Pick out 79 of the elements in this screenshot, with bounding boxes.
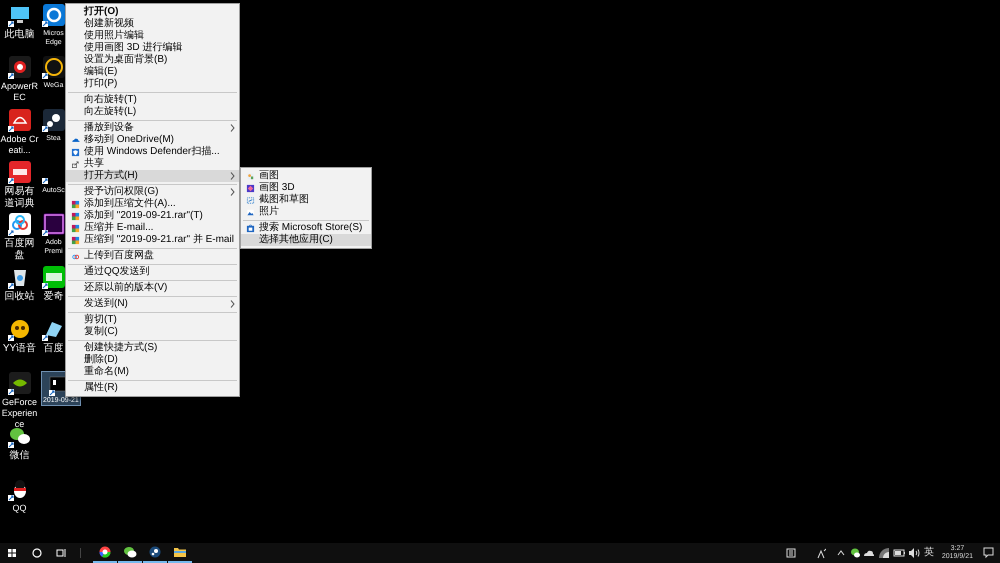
keyboard-icon[interactable] [786,547,796,559]
menu-item[interactable]: 设置为桌面背景(B) [66,54,239,66]
cube-icon [246,184,255,192]
menu-item[interactable]: 添加到压缩文件(A)... [66,198,239,210]
desktop-icon-label: 百度 [44,343,64,355]
desktop-icon-label: GeForce Experience [0,397,38,430]
menu-item[interactable]: 使用照片编辑 [66,30,239,42]
menu-item[interactable]: 编辑(E) [66,66,239,78]
wifi-icon[interactable] [878,547,890,559]
battery-icon[interactable] [892,547,905,559]
menu-item[interactable]: 打开(O) [66,6,239,18]
cloud-rings-icon [71,252,80,260]
app-tile-icon[interactable] [42,3,66,27]
share-icon [71,160,80,168]
menu-item[interactable]: 使用 Windows Defender扫描... [66,146,239,158]
cloud-rings-icon[interactable] [8,212,32,236]
steam-icon [148,546,162,558]
snip-icon [246,196,255,204]
task-view-icon[interactable] [56,547,66,559]
menu-item[interactable]: 添加到 "2019-09-21.rar"(T) [66,210,239,222]
menu-item[interactable]: 画图 3D [241,182,371,194]
app-tile-icon[interactable] [42,212,66,236]
menu-item[interactable]: 打印(P) [66,78,239,90]
menu-item[interactable]: 共享 [66,158,239,170]
desktop-icon-label: Adobe Creati... [0,134,39,156]
menu-item[interactable]: 压缩并 E-mail... [66,222,239,234]
desktop-icon-label: 爱奇 [44,291,64,303]
speaker-icon[interactable] [908,547,920,559]
chat-bubbles-icon[interactable] [850,547,860,559]
menu-item[interactable]: 发送到(N) [66,298,239,310]
shopping-bag-icon [246,224,255,232]
menu-item[interactable]: 画图 [241,170,371,182]
folder-icon [173,546,187,558]
menu-item[interactable]: 还原以前的版本(V) [66,282,239,294]
menu-item[interactable]: 删除(D) [66,354,239,366]
desktop-icon-label: 百度网盘 [4,238,36,262]
menu-item[interactable]: 压缩到 "2019-09-21.rar" 并 E-mail [66,234,239,246]
desktop-icon-label: 网易有道词典 [4,186,36,210]
desktop-icon-label: 此电脑 [4,29,34,41]
menu-item[interactable]: 选择其他应用(C) [241,234,371,246]
cloud-icon [71,136,80,144]
desktop-icon-label: YY语音 [2,343,36,355]
menu-item[interactable]: 剪切(T) [66,314,239,326]
app-tile-icon[interactable] [8,108,32,132]
menu-item[interactable]: 创建新视频 [66,18,239,30]
menu-item[interactable]: 向左旋转(L) [66,106,239,118]
desktop-icon-label: 回收站 [4,291,34,303]
menu-item[interactable]: 上传到百度网盘 [66,250,239,262]
raccoon-icon[interactable] [8,317,32,341]
menu-item[interactable]: 复制(C) [66,326,239,338]
search-icon[interactable] [31,547,43,559]
steam-icon[interactable] [42,108,66,132]
chat-bubbles-icon [123,546,137,558]
pen-icon[interactable] [816,547,826,559]
menu-item[interactable]: 搜索 Microsoft Store(S) [241,222,371,234]
app-tile-icon[interactable] [8,160,32,184]
record-tile-icon[interactable] [8,55,32,79]
windows-start-icon[interactable] [7,547,17,559]
ring-icon[interactable] [42,55,66,79]
desktop-icon-label: QQ [12,503,26,514]
menu-item[interactable]: 通过QQ发送到 [66,266,239,278]
notification-icon[interactable] [983,547,994,559]
menu-item[interactable]: 照片 [241,206,371,218]
desktop-icon-label: 微信 [10,450,30,462]
shield-icon [71,148,80,156]
app-tile-icon[interactable] [42,265,66,289]
menu-item[interactable]: 截图和草图 [241,194,371,206]
palette-icon [246,172,255,180]
menu-item[interactable]: 打开方式(H) [66,170,239,182]
menu-item[interactable]: 使用画图 3D 进行编辑 [66,42,239,54]
input-method-indicator[interactable]: 英 [924,547,934,559]
image-icon [246,208,255,216]
swirl-circle-icon [98,546,112,558]
menu-item[interactable]: 向右旋转(T) [66,94,239,106]
menu-item[interactable]: 授予访问权限(G) [66,186,239,198]
menu-item[interactable]: 移动到 OneDrive(M) [66,134,239,146]
menu-item[interactable]: 播放到设备 [66,122,239,134]
desktop-icon-label: ApowerREC [0,81,39,103]
menu-item[interactable]: 创建快捷方式(S) [66,342,239,354]
